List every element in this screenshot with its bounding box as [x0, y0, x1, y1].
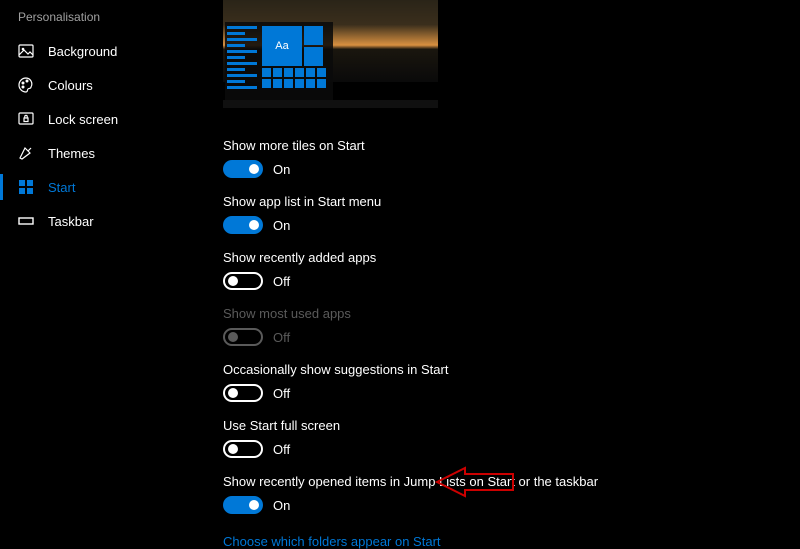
toggle-state-label: Off — [273, 442, 290, 457]
setting-label: Use Start full screen — [223, 418, 800, 433]
preview-app-list — [225, 22, 259, 100]
setting-row: Occasionally show suggestions in Start Of… — [223, 362, 800, 402]
toggle-switch[interactable] — [223, 272, 263, 290]
toggle-row: On — [223, 160, 800, 178]
setting-row: Show recently added apps Off — [223, 250, 800, 290]
sidebar-item-label: Background — [48, 44, 117, 59]
preview-tile-sample: Aa — [262, 26, 302, 66]
sidebar-title: Personalisation — [0, 8, 195, 34]
toggle-state-label: Off — [273, 274, 290, 289]
toggle-row: On — [223, 216, 800, 234]
toggle-row: Off — [223, 272, 800, 290]
lock-screen-icon — [18, 111, 34, 127]
sidebar-item-label: Start — [48, 180, 75, 195]
toggle-row: On — [223, 496, 800, 514]
sidebar-item-label: Colours — [48, 78, 93, 93]
sidebar-item-background[interactable]: Background — [0, 34, 195, 68]
setting-label: Show more tiles on Start — [223, 138, 800, 153]
settings-content: Aa Show more tiles on StartOnShow app li… — [223, 0, 800, 549]
toggle-state-label: On — [273, 218, 290, 233]
sidebar-item-label: Taskbar — [48, 214, 94, 229]
toggle-switch[interactable] — [223, 160, 263, 178]
toggle-state-label: On — [273, 162, 290, 177]
setting-row: Show more tiles on Start On — [223, 138, 800, 178]
setting-label: Show app list in Start menu — [223, 194, 800, 209]
taskbar-icon — [18, 213, 34, 229]
choose-folders-link[interactable]: Choose which folders appear on Start — [223, 534, 441, 549]
toggle-row: Off — [223, 440, 800, 458]
sidebar-item-label: Themes — [48, 146, 95, 161]
toggle-state-label: On — [273, 498, 290, 513]
sidebar-item-start[interactable]: Start — [0, 170, 195, 204]
toggle-row: Off — [223, 384, 800, 402]
sidebar-item-colours[interactable]: Colours — [0, 68, 195, 102]
setting-label: Show recently added apps — [223, 250, 800, 265]
picture-icon — [18, 43, 34, 59]
toggle-switch[interactable] — [223, 216, 263, 234]
setting-row: Show most used apps Off — [223, 306, 800, 346]
palette-icon — [18, 77, 34, 93]
setting-row: Show app list in Start menu On — [223, 194, 800, 234]
toggle-switch[interactable] — [223, 384, 263, 402]
sidebar-item-label: Lock screen — [48, 112, 118, 127]
toggle-state-label: Off — [273, 330, 290, 345]
start-preview: Aa — [223, 0, 438, 108]
toggle-switch[interactable] — [223, 440, 263, 458]
setting-label: Occasionally show suggestions in Start — [223, 362, 800, 377]
preview-tiles: Aa — [259, 22, 333, 100]
sidebar-item-taskbar[interactable]: Taskbar — [0, 204, 195, 238]
preview-start-menu: Aa — [225, 22, 333, 100]
preview-taskbar — [223, 100, 438, 108]
toggle-row: Off — [223, 328, 800, 346]
setting-label: Show most used apps — [223, 306, 800, 321]
sidebar-item-lock-screen[interactable]: Lock screen — [0, 102, 195, 136]
toggle-switch — [223, 328, 263, 346]
toggle-state-label: Off — [273, 386, 290, 401]
setting-row: Show recently opened items in Jump Lists… — [223, 474, 800, 514]
setting-label: Show recently opened items in Jump Lists… — [223, 474, 800, 489]
setting-row: Use Start full screen Off — [223, 418, 800, 458]
sidebar-item-themes[interactable]: Themes — [0, 136, 195, 170]
sidebar: Personalisation Background Colours Lock … — [0, 0, 195, 238]
start-icon — [18, 179, 34, 195]
themes-icon — [18, 145, 34, 161]
toggle-switch[interactable] — [223, 496, 263, 514]
